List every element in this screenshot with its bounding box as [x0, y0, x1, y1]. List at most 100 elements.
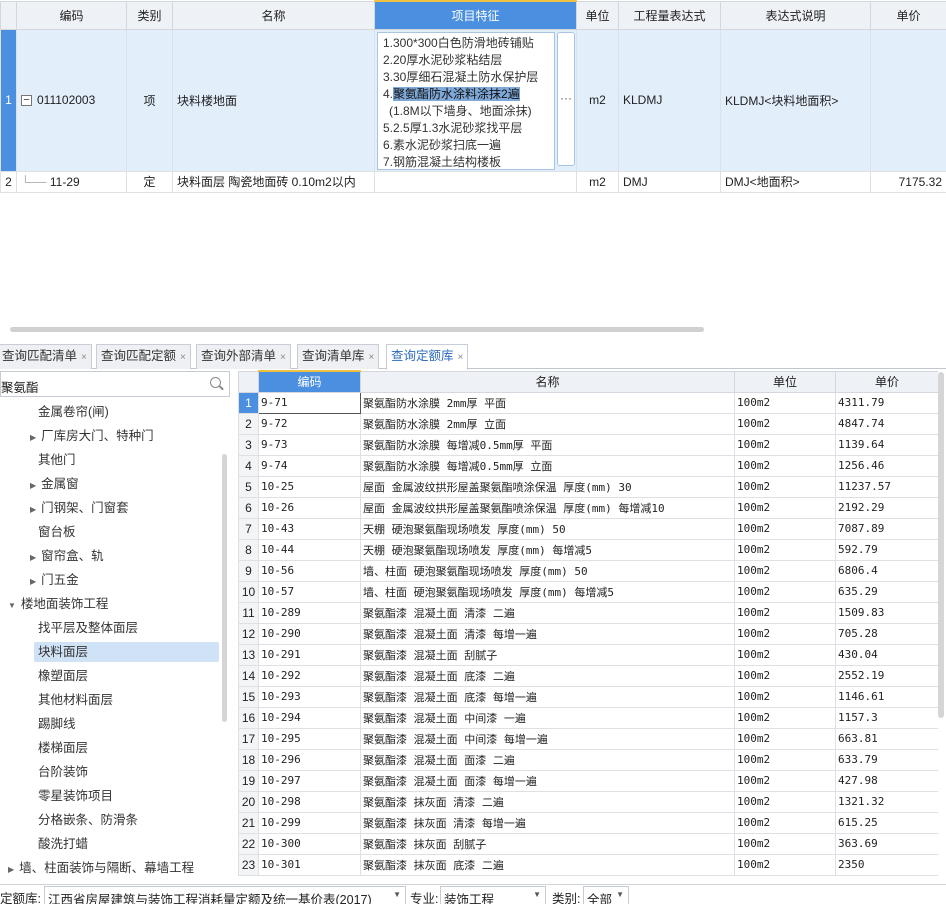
header-expression[interactable]: 工程量表达式: [618, 0, 721, 30]
quota-name[interactable]: 聚氨酯漆 混凝土面 中间漆 一遍: [360, 706, 735, 729]
quota-name[interactable]: 聚氨酯防水涂膜 2mm厚 立面: [360, 412, 735, 435]
bill-code-cell[interactable]: −011102003: [16, 28, 127, 172]
quota-name[interactable]: 聚氨酯漆 混凝土面 面漆 每增一遍: [360, 769, 735, 792]
tree-node[interactable]: 其他材料面层: [38, 690, 113, 710]
bill-price[interactable]: [870, 28, 946, 172]
quota-lib-row[interactable]: 19 10-297 聚氨酯漆 混凝土面 面漆 每增一遍 100m2 427.98: [238, 769, 938, 792]
quota-lib-row[interactable]: 23 10-301 聚氨酯漆 抹灰面 底漆 二遍 100m2 2350: [238, 853, 938, 876]
quota-lib-row[interactable]: 2 9-72 聚氨酯防水涂膜 2mm厚 立面 100m2 4847.74: [238, 412, 938, 435]
quota-unit[interactable]: 100m2: [734, 559, 836, 582]
tab-external-bill[interactable]: 查询外部清单 ×: [196, 344, 291, 369]
row-number[interactable]: 2: [238, 412, 259, 435]
quota-price[interactable]: 705.28: [835, 622, 938, 645]
quota-unit[interactable]: 100m2: [734, 454, 836, 477]
tab-quota-library[interactable]: 查询定额库 ×: [386, 344, 469, 370]
row-number[interactable]: 4: [238, 454, 259, 477]
header-features[interactable]: 项目特征: [374, 0, 577, 30]
quota-name[interactable]: 墙、柱面 硬泡聚氨酯现场喷发 厚度(mm) 50: [360, 559, 735, 582]
quota-expression-desc[interactable]: DMJ<地面积>: [720, 170, 871, 193]
quota-price[interactable]: 615.25: [835, 811, 938, 834]
quota-unit[interactable]: m2: [576, 170, 619, 193]
quota-unit[interactable]: 100m2: [734, 580, 836, 603]
quota-name[interactable]: 天棚 硬泡聚氨酯现场喷发 厚度(mm) 50: [360, 517, 735, 540]
quota-name[interactable]: 聚氨酯漆 混凝土面 中间漆 每增一遍: [360, 727, 735, 750]
tree-node[interactable]: ▶ 门五金: [30, 570, 79, 590]
bill-name[interactable]: 块料楼地面: [172, 28, 375, 172]
tree-node[interactable]: 分格嵌条、防滑条: [38, 810, 138, 830]
tab-bill-library[interactable]: 查询清单库 ×: [297, 344, 380, 369]
close-icon[interactable]: ×: [369, 352, 375, 363]
tree-node[interactable]: ▶ 厂库房大门、特种门: [30, 426, 154, 446]
quota-unit[interactable]: 100m2: [734, 664, 836, 687]
tree-node[interactable]: ▶ 门钢架、门窗套: [30, 498, 129, 518]
header-name[interactable]: 名称: [172, 0, 375, 30]
quota-lib-row[interactable]: 11 10-289 聚氨酯漆 混凝土面 清漆 二遍 100m2 1509.83: [238, 601, 938, 624]
quota-lib-row[interactable]: 16 10-294 聚氨酯漆 混凝土面 中间漆 一遍 100m2 1157.3: [238, 706, 938, 729]
tree-node[interactable]: 酸洗打蜡: [38, 834, 88, 854]
quota-code[interactable]: 10-56: [258, 559, 361, 582]
quota-unit[interactable]: 100m2: [734, 496, 836, 519]
quota-price[interactable]: 1139.64: [835, 433, 938, 456]
quota-name[interactable]: 聚氨酯漆 抹灰面 清漆 每增一遍: [360, 811, 735, 834]
tree-node[interactable]: ▶ 墙、柱面装饰与隔断、幕墙工程: [8, 858, 194, 878]
quota-unit[interactable]: 100m2: [734, 538, 836, 561]
row-number[interactable]: 5: [238, 475, 259, 498]
search-icon[interactable]: [210, 377, 221, 388]
quota-lib-row[interactable]: 7 10-43 天棚 硬泡聚氨酯现场喷发 厚度(mm) 50 100m2 7087.89: [238, 517, 938, 540]
row-number[interactable]: 18: [238, 748, 259, 771]
quota-name[interactable]: 屋面 金属波纹拱形屋盖聚氨酯喷涂保温 厚度(mm) 30: [360, 475, 735, 498]
quota-name[interactable]: 聚氨酯漆 混凝土面 刮腻子: [360, 643, 735, 666]
quota-lib-row[interactable]: 20 10-298 聚氨酯漆 抹灰面 清漆 二遍 100m2 1321.32: [238, 790, 938, 813]
expand-arrow-icon[interactable]: ▶: [30, 577, 36, 586]
quota-name[interactable]: 聚氨酯漆 混凝土面 清漆 二遍: [360, 601, 735, 624]
quota-unit[interactable]: 100m2: [734, 706, 836, 729]
quota-name[interactable]: 聚氨酯漆 混凝土面 底漆 二遍: [360, 664, 735, 687]
header-name[interactable]: 名称: [360, 370, 735, 393]
quota-unit[interactable]: 100m2: [734, 811, 836, 834]
quota-name[interactable]: 天棚 硬泡聚氨酯现场喷发 厚度(mm) 每增减5: [360, 538, 735, 561]
quota-price[interactable]: 2192.29: [835, 496, 938, 519]
features-editor[interactable]: 1.300*300白色防滑地砖铺贴 2.20厚水泥砂浆粘结层 3.30厚细石混凝…: [377, 32, 555, 170]
row-number[interactable]: 6: [238, 496, 259, 519]
tree-node[interactable]: ▶ 窗帘盒、轨: [30, 546, 104, 566]
quota-price[interactable]: 11237.57: [835, 475, 938, 498]
quota-unit[interactable]: 100m2: [734, 601, 836, 624]
quota-price[interactable]: 4311.79: [835, 391, 938, 414]
quota-code[interactable]: 10-44: [258, 538, 361, 561]
quota-unit[interactable]: 100m2: [734, 391, 836, 414]
quota-price[interactable]: 4847.74: [835, 412, 938, 435]
quota-lib-row[interactable]: 18 10-296 聚氨酯漆 混凝土面 面漆 二遍 100m2 633.79: [238, 748, 938, 771]
quota-code[interactable]: 10-294: [258, 706, 361, 729]
row-number[interactable]: 22: [238, 832, 259, 855]
tree-node[interactable]: 楼梯面层: [38, 738, 88, 758]
more-button[interactable]: ···: [557, 32, 575, 166]
expand-arrow-icon[interactable]: ▶: [8, 865, 14, 874]
quota-price[interactable]: 663.81: [835, 727, 938, 750]
tree-node[interactable]: ▼ 楼地面装饰工程: [8, 594, 108, 614]
quota-lib-row[interactable]: 5 10-25 屋面 金属波纹拱形屋盖聚氨酯喷涂保温 厚度(mm) 30 100m2 1…: [238, 475, 938, 498]
expand-arrow-icon[interactable]: ▶: [30, 553, 36, 562]
quota-lib-row[interactable]: 1 9-71 聚氨酯防水涂膜 2mm厚 平面 100m2 4311.79: [238, 391, 938, 414]
quota-lib-row[interactable]: 9 10-56 墙、柱面 硬泡聚氨酯现场喷发 厚度(mm) 50 100m2 6806.…: [238, 559, 938, 582]
tree-node[interactable]: 橡塑面层: [38, 666, 88, 686]
quota-lib-select[interactable]: 江西省房屋建筑与装饰工程消耗量定额及统一基价表(2017) ▼: [44, 886, 406, 904]
tree-node[interactable]: 零星装饰项目: [38, 786, 113, 806]
quota-lib-row[interactable]: 10 10-57 墙、柱面 硬泡聚氨酯现场喷发 厚度(mm) 每增减5 100m2 63…: [238, 580, 938, 603]
quota-unit[interactable]: 100m2: [734, 517, 836, 540]
quota-price[interactable]: 633.79: [835, 748, 938, 771]
quota-price[interactable]: 2350: [835, 853, 938, 876]
quota-lib-row[interactable]: 15 10-293 聚氨酯漆 混凝土面 底漆 每增一遍 100m2 1146.61: [238, 685, 938, 708]
row-number[interactable]: 21: [238, 811, 259, 834]
row-number[interactable]: 23: [238, 853, 259, 876]
quota-lib-row[interactable]: 13 10-291 聚氨酯漆 混凝土面 刮腻子 100m2 430.04: [238, 643, 938, 666]
row-number[interactable]: 1: [0, 28, 17, 172]
quota-code[interactable]: 10-295: [258, 727, 361, 750]
collapse-toggle-icon[interactable]: −: [21, 95, 32, 107]
quota-code[interactable]: 9-73: [258, 433, 361, 456]
row-number[interactable]: 7: [238, 517, 259, 540]
quota-lib-row[interactable]: 6 10-26 屋面 金属波纹拱形屋盖聚氨酯喷涂保温 厚度(mm) 每增减10 100…: [238, 496, 938, 519]
category-select[interactable]: 全部 ▼: [583, 886, 629, 904]
tree-scrollbar[interactable]: [222, 454, 227, 722]
tree-node-selected[interactable]: 块料面层: [34, 642, 219, 662]
quota-unit[interactable]: 100m2: [734, 853, 836, 876]
